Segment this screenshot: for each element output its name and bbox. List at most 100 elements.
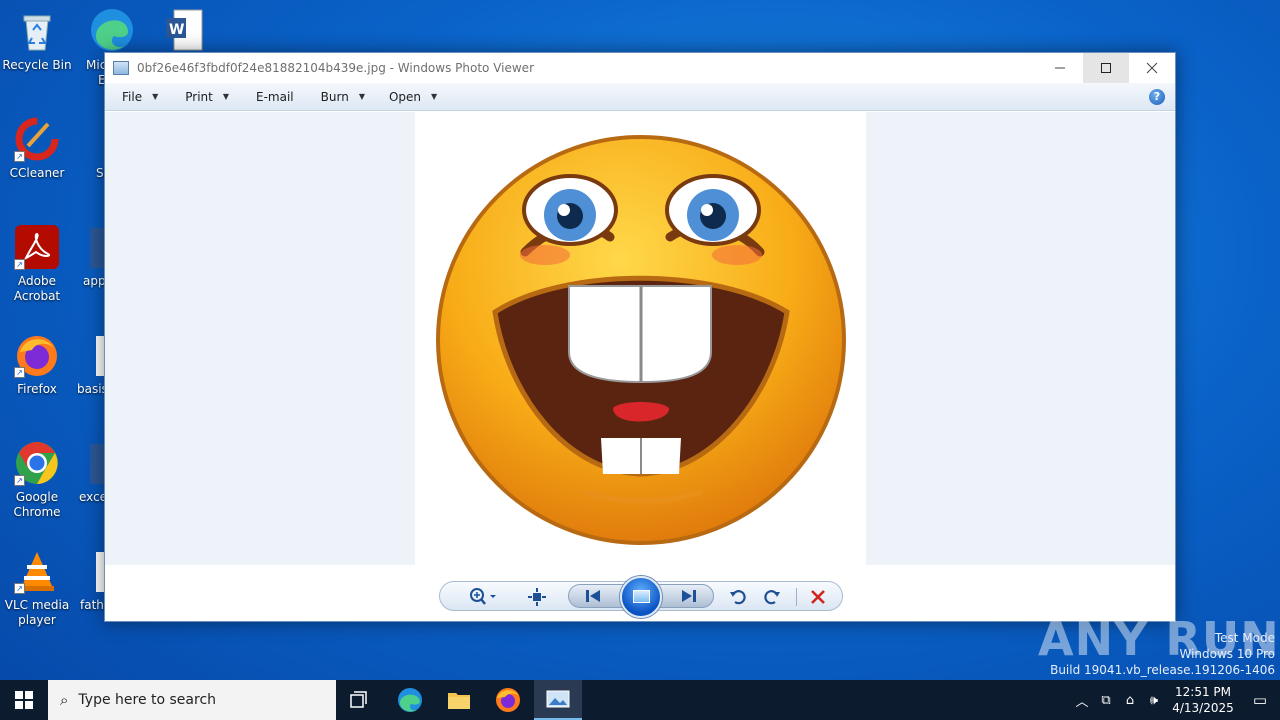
previous-button[interactable] <box>583 585 603 607</box>
menu-label: Burn <box>320 89 349 104</box>
volume-icon[interactable]: 🕪 <box>1142 693 1166 708</box>
help-button[interactable]: ? <box>1149 89 1165 105</box>
desktop-icon-ccleaner[interactable]: ↗ CCleaner <box>0 116 74 181</box>
controls-divider <box>796 588 797 606</box>
partial-label: fath <box>80 598 104 612</box>
shortcut-arrow-icon: ↗ <box>14 367 25 378</box>
zoom-button[interactable] <box>466 582 500 612</box>
search-placeholder: Type here to search <box>78 692 217 708</box>
partial-label: exce <box>79 490 108 504</box>
image-viewport[interactable] <box>105 112 1175 565</box>
close-icon <box>1146 62 1158 74</box>
desktop-icon-vlc[interactable]: ↗ VLC media player <box>0 548 74 628</box>
ccleaner-icon: ↗ <box>14 116 60 162</box>
menu-label: Open <box>388 89 422 104</box>
desktop-icon-edge-partial[interactable] <box>88 6 136 54</box>
test-mode-watermark: Test Mode Windows 10 Pro Build 19041.vb_… <box>1050 630 1275 678</box>
menu-open[interactable]: Open ▼ <box>375 83 447 110</box>
slideshow-button[interactable] <box>620 576 662 618</box>
menu-print[interactable]: Print ▼ <box>168 83 239 110</box>
clock-time: 12:51 PM <box>1175 685 1231 699</box>
window-title: 0bf26e46f3fbdf0f24e81882104b439e.jpg - W… <box>137 61 534 75</box>
taskbar-photo-viewer-button[interactable] <box>534 680 582 720</box>
rotate-clockwise-button[interactable] <box>760 582 784 612</box>
firefox-icon: ↗ <box>14 332 60 378</box>
close-button[interactable] <box>1129 53 1175 83</box>
desktop-icon-word-partial[interactable] <box>90 228 104 268</box>
laughing-emoji-image <box>436 135 846 545</box>
desktop-icon-label: VLC media player <box>4 598 70 627</box>
desktop-icon-doc-partial[interactable] <box>96 552 104 592</box>
desktop-icon-word-partial[interactable] <box>90 444 104 484</box>
network-icon[interactable]: ⌂ <box>1118 693 1142 708</box>
next-button[interactable] <box>679 585 699 607</box>
taskbar-firefox-button[interactable] <box>484 680 532 720</box>
desktop-icon-label: CCleaner <box>9 166 65 180</box>
desktop-icon-adobe-acrobat[interactable]: ↗ Adobe Acrobat <box>0 224 74 304</box>
delete-button[interactable] <box>806 582 830 612</box>
edge-icon <box>91 9 133 51</box>
rotate-right-icon <box>764 590 780 605</box>
controls-bar <box>439 576 843 618</box>
task-view-icon <box>350 691 367 708</box>
previous-icon <box>586 590 600 602</box>
desktop-icon-google-chrome[interactable]: ↗ Google Chrome <box>0 440 74 520</box>
recycle-bin-icon <box>14 8 60 54</box>
task-view-button[interactable] <box>336 680 384 720</box>
dropdown-arrow-icon: ▼ <box>152 92 159 101</box>
dropdown-arrow-icon: ▼ <box>358 92 365 101</box>
help-icon: ? <box>1153 90 1161 103</box>
maximize-button[interactable] <box>1083 53 1129 83</box>
delete-icon <box>811 590 825 604</box>
actual-size-button[interactable] <box>524 582 550 612</box>
svg-text:W: W <box>169 22 184 38</box>
desktop-icon-word-partial[interactable]: W <box>164 8 204 52</box>
clock[interactable]: 12:51 PM 4/13/2025 <box>1166 684 1240 716</box>
displayed-image <box>415 112 866 565</box>
desktop-icon-recycle-bin[interactable]: Recycle Bin <box>0 8 74 73</box>
partial-label: app <box>83 274 106 288</box>
folder-icon <box>448 693 470 709</box>
menu-file[interactable]: File ▼ <box>105 83 168 110</box>
dropdown-arrow-icon: ▼ <box>431 92 438 101</box>
minimize-button[interactable] <box>1037 53 1083 83</box>
firefox-icon <box>496 688 520 712</box>
photo-viewer-icon <box>546 690 570 708</box>
watermark-line: Test Mode <box>1214 631 1275 645</box>
menu-email[interactable]: E-mail <box>239 83 304 110</box>
taskbar-search-box[interactable]: ⌕ Type here to search <box>48 680 336 720</box>
chevron-up-icon[interactable]: ︿ <box>1070 691 1094 710</box>
playback-controls <box>105 565 1175 621</box>
fit-to-window-icon <box>528 588 546 606</box>
windows-logo-icon <box>15 691 33 709</box>
next-icon <box>682 590 696 602</box>
clock-date: 4/13/2025 <box>1172 701 1234 715</box>
menu-label: Print <box>185 89 213 104</box>
shortcut-arrow-icon: ↗ <box>14 475 25 486</box>
desktop-icon-label: Firefox <box>17 382 57 396</box>
search-icon: ⌕ <box>60 691 69 709</box>
rotate-counterclockwise-button[interactable] <box>726 582 750 612</box>
start-button[interactable] <box>0 680 48 720</box>
shortcut-arrow-icon: ↗ <box>14 583 25 594</box>
desktop-icon-firefox[interactable]: ↗ Firefox <box>0 332 74 397</box>
taskbar-edge-button[interactable] <box>386 680 434 720</box>
desktop-icon-doc-partial[interactable] <box>96 336 104 376</box>
photo-viewer-window[interactable]: 0bf26e46f3fbdf0f24e81882104b439e.jpg - W… <box>104 52 1176 622</box>
notification-icon[interactable]: ▭ <box>1240 691 1280 709</box>
watermark-line: Build 19041.vb_release.191206-1406 <box>1050 663 1275 677</box>
system-tray: ︿ ⧉ ⌂ 🕪 12:51 PM 4/13/2025 ▭ <box>1070 680 1280 720</box>
watermark-line: Windows 10 Pro <box>1179 647 1275 661</box>
desktop-icon-label: Google Chrome <box>13 490 61 519</box>
device-icon[interactable]: ⧉ <box>1094 693 1118 708</box>
rotate-left-icon <box>730 590 746 605</box>
desktop-icon-label: Recycle Bin <box>2 58 72 72</box>
desktop-icon-label: Adobe Acrobat <box>13 274 61 303</box>
dropdown-arrow-icon: ▼ <box>222 92 230 101</box>
title-bar[interactable]: 0bf26e46f3fbdf0f24e81882104b439e.jpg - W… <box>105 53 1175 83</box>
photo-viewer-app-icon <box>113 61 129 75</box>
adobe-acrobat-icon: ↗ <box>14 224 60 270</box>
menu-burn[interactable]: Burn ▼ <box>304 83 375 110</box>
edge-icon <box>398 688 422 712</box>
taskbar-file-explorer-button[interactable] <box>435 680 483 720</box>
